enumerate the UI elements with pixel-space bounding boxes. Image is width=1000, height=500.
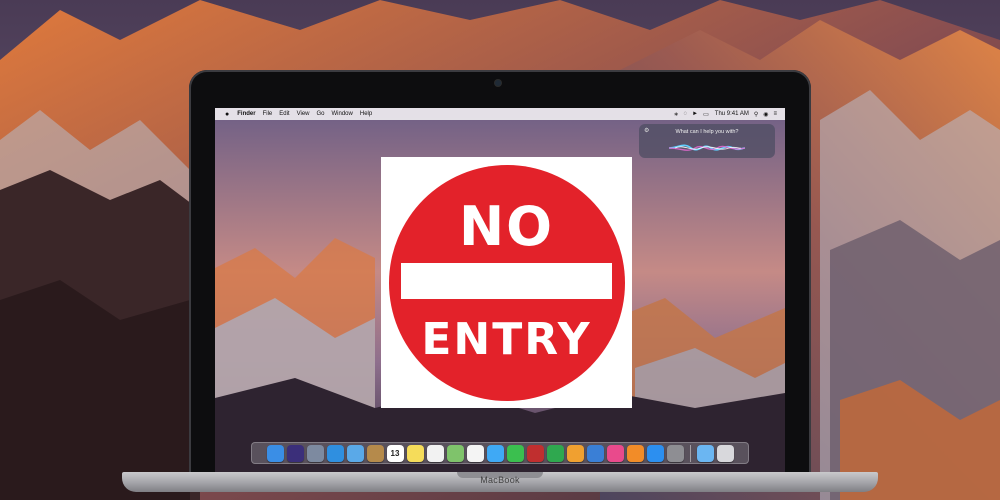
maps-icon[interactable] xyxy=(446,444,464,462)
reminders-icon[interactable] xyxy=(426,444,444,462)
system-preferences-icon[interactable] xyxy=(666,444,684,462)
macbook-label: MacBook xyxy=(480,475,520,485)
safari-icon[interactable] xyxy=(326,444,344,462)
sign-text-no: NO xyxy=(458,195,555,258)
battery-icon[interactable]: ▭ xyxy=(703,111,709,118)
menu-view[interactable]: View xyxy=(297,111,310,117)
search-icon[interactable]: ⚲ xyxy=(754,111,758,118)
siri-panel[interactable]: ⚙ What can I help you with? xyxy=(639,124,775,158)
numbers-icon[interactable] xyxy=(546,444,564,462)
photos-icon[interactable] xyxy=(466,444,484,462)
calendar-date: 13 xyxy=(390,448,400,458)
menu-edit[interactable]: Edit xyxy=(279,111,289,117)
notes-icon[interactable] xyxy=(406,444,424,462)
bluetooth-icon[interactable]: ∗ xyxy=(674,111,679,118)
apple-logo-icon[interactable]: ● xyxy=(225,111,229,118)
photo-booth-icon[interactable] xyxy=(526,444,544,462)
siri-icon[interactable]: ◉ xyxy=(763,111,768,118)
camera-icon xyxy=(495,80,501,86)
contacts-icon[interactable] xyxy=(366,444,384,462)
menu-app-name[interactable]: Finder xyxy=(237,111,255,117)
trash-icon[interactable] xyxy=(716,444,734,462)
menu-window[interactable]: Window xyxy=(332,111,353,117)
notification-center-icon[interactable]: ≡ xyxy=(773,111,777,117)
itunes-icon[interactable] xyxy=(606,444,624,462)
launchpad-icon[interactable] xyxy=(306,444,324,462)
keynote-icon[interactable] xyxy=(586,444,604,462)
messages-icon[interactable] xyxy=(486,444,504,462)
wifi-icon[interactable]: ◌ xyxy=(684,111,688,117)
siri-prompt: What can I help you with? xyxy=(675,129,739,135)
app-store-icon[interactable] xyxy=(646,444,664,462)
menu-bar: ● Finder File Edit View Go Window Help ∗… xyxy=(215,108,785,120)
finder-icon[interactable] xyxy=(266,444,284,462)
dock-separator xyxy=(689,444,691,462)
facetime-icon[interactable] xyxy=(506,444,524,462)
menu-file[interactable]: File xyxy=(263,111,273,117)
macbook-base: MacBook xyxy=(122,472,878,492)
sign-text-entry: ENTRY xyxy=(421,314,592,365)
menu-help[interactable]: Help xyxy=(360,111,372,117)
volume-icon[interactable]: ► xyxy=(692,111,698,117)
dock: 13 xyxy=(251,442,749,464)
downloads-folder-icon[interactable] xyxy=(696,444,714,462)
ibooks-icon[interactable] xyxy=(626,444,644,462)
pages-icon[interactable] xyxy=(566,444,584,462)
no-entry-sign: NO ENTRY xyxy=(381,157,632,408)
siri-waveform-icon xyxy=(669,144,745,151)
sign-bar xyxy=(401,263,612,299)
menu-status-area: ∗ ◌ ► ▭ Thu 9:41 AM ⚲ ◉ ≡ xyxy=(669,111,777,118)
menu-go[interactable]: Go xyxy=(317,111,325,117)
mail-icon[interactable] xyxy=(346,444,364,462)
siri-icon[interactable] xyxy=(286,444,304,462)
calendar-icon[interactable]: 13 xyxy=(386,444,404,462)
menu-clock[interactable]: Thu 9:41 AM xyxy=(715,111,749,117)
